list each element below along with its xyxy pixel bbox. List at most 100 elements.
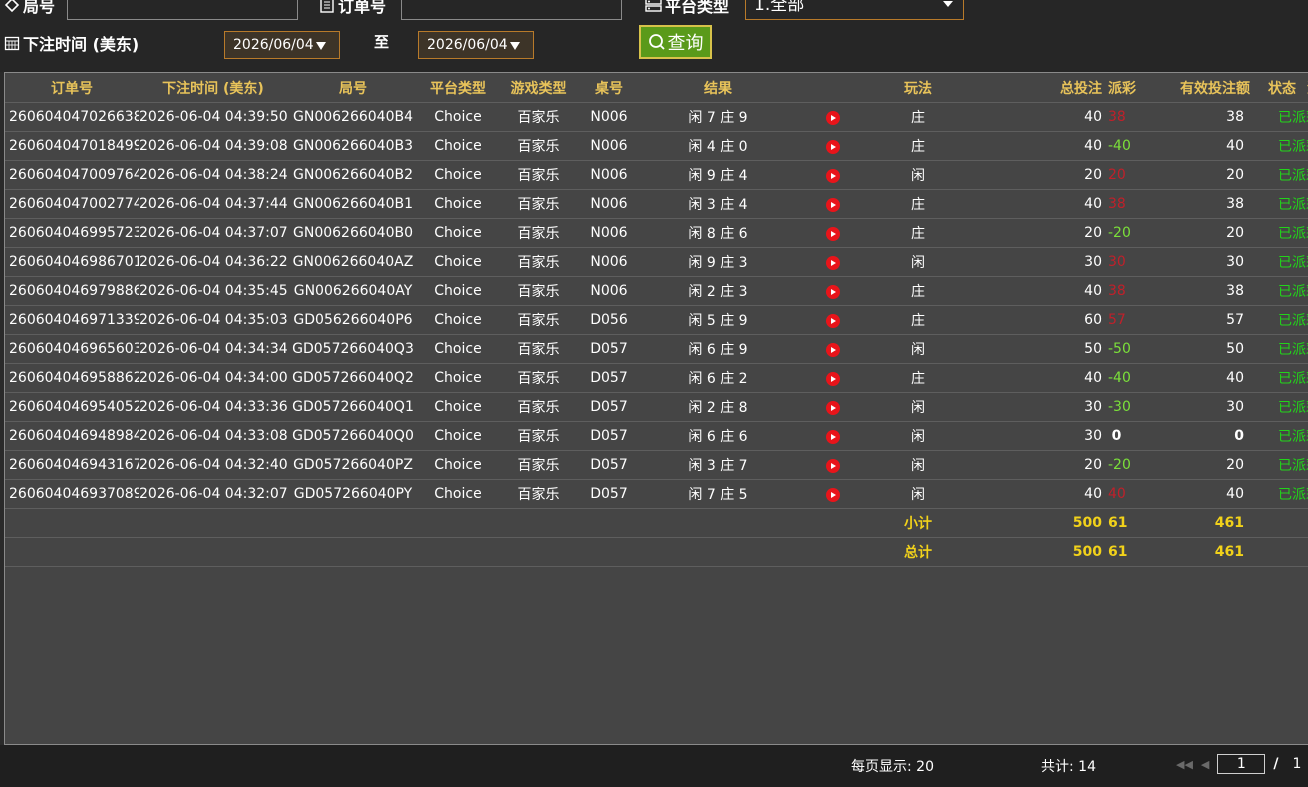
play-type: 闲 — [868, 392, 968, 422]
status-badge: 已派彩 — [1268, 276, 1308, 306]
game-type: 百家乐 — [497, 276, 580, 306]
platform-select-value: 1.全部 — [754, 0, 805, 15]
play-icon[interactable] — [826, 401, 840, 415]
table-row[interactable]: 260604046948984 2026-06-04 04:33:08 GD0572… — [5, 421, 1308, 451]
order-label: 订单号 — [338, 0, 387, 16]
order-id[interactable]: 260604047009764 — [5, 160, 139, 190]
table-row[interactable]: 260604046965603 2026-06-04 04:34:34 GD0572… — [5, 334, 1308, 364]
platform-type: Choice — [419, 305, 497, 335]
order-id[interactable]: 260604046995723 — [5, 218, 139, 248]
valid-bet: 40 — [1125, 479, 1268, 509]
table-row[interactable]: 260604047009764 2026-06-04 04:38:24 GN0062… — [5, 160, 1308, 190]
table-row[interactable]: 260604046986701 2026-06-04 04:36:22 GN0062… — [5, 247, 1308, 277]
query-button[interactable]: 查询 — [639, 25, 712, 59]
order-id[interactable]: 260604046965603 — [5, 334, 139, 364]
play-icon[interactable] — [826, 256, 840, 270]
play-icon[interactable] — [826, 430, 840, 444]
date-from-value: 2026/06/04 — [233, 37, 314, 53]
table-row[interactable]: 260604046954052 2026-06-04 04:33:36 GD0572… — [5, 392, 1308, 422]
play-type: 庄 — [868, 276, 968, 306]
first-page-icon[interactable]: ◀◀ — [1176, 758, 1193, 771]
play-icon[interactable] — [826, 314, 840, 328]
total-bet: 30 — [968, 421, 1108, 451]
bet-time: 2026-06-04 04:33:08 — [139, 421, 287, 451]
table-row[interactable]: 260604046943167 2026-06-04 04:32:40 GD0572… — [5, 450, 1308, 480]
round-id: GN006266040B2 — [287, 160, 419, 190]
status-badge: 已派彩 — [1268, 392, 1308, 422]
status-badge: 已派彩 — [1268, 247, 1308, 277]
round-id: GD056266040P6 — [287, 305, 419, 335]
status-badge: 已派彩 — [1268, 479, 1308, 509]
play-icon[interactable] — [826, 343, 840, 357]
bet-time: 2026-06-04 04:35:45 — [139, 276, 287, 306]
col-play: 玩法 — [904, 80, 932, 97]
order-id[interactable]: 260604046986701 — [5, 247, 139, 277]
date-from-picker[interactable]: 2026/06/04 — [224, 31, 340, 59]
subtotal-tail — [1268, 508, 1308, 538]
table-row[interactable]: 260604047026638 2026-06-04 04:39:50 GN0062… — [5, 102, 1308, 132]
order-id[interactable]: 260604047018499 — [5, 131, 139, 161]
valid-bet: 20 — [1125, 218, 1268, 248]
play-icon[interactable] — [826, 459, 840, 473]
play-type: 闲 — [868, 247, 968, 277]
play-icon[interactable] — [826, 488, 840, 502]
table-row[interactable]: 260604046979886 2026-06-04 04:35:45 GN0062… — [5, 276, 1308, 306]
order-id[interactable]: 260604046937089 — [5, 479, 139, 509]
table-id: N006 — [580, 189, 638, 219]
order-id[interactable]: 260604046958862 — [5, 363, 139, 393]
table-row[interactable]: 260604046971339 2026-06-04 04:35:03 GD0562… — [5, 305, 1308, 335]
play-icon[interactable] — [826, 198, 840, 212]
date-to-picker[interactable]: 2026/06/04 — [418, 31, 534, 59]
subtotal-label: 小计 — [868, 508, 968, 538]
total-bet: 20 — [968, 160, 1108, 190]
bet-time: 2026-06-04 04:33:36 — [139, 392, 287, 422]
play-icon[interactable] — [826, 372, 840, 386]
play-icon[interactable] — [826, 227, 840, 241]
col-payout: 派彩 — [1108, 80, 1136, 97]
bet-time: 2026-06-04 04:34:00 — [139, 363, 287, 393]
valid-bet: 20 — [1125, 160, 1268, 190]
prev-page-icon[interactable]: ◀ — [1201, 758, 1209, 771]
game-result: 闲 9 庄 4 — [638, 160, 798, 190]
order-id[interactable]: 260604046979886 — [5, 276, 139, 306]
valid-bet: 57 — [1125, 305, 1268, 335]
game-result: 闲 6 庄 2 — [638, 363, 798, 393]
order-id[interactable]: 260604046943167 — [5, 450, 139, 480]
page-number-input[interactable]: 1 — [1217, 754, 1266, 774]
bet-time: 2026-06-04 04:39:08 — [139, 131, 287, 161]
order-id[interactable]: 260604047002774 — [5, 189, 139, 219]
valid-bet: 20 — [1125, 450, 1268, 480]
replay-cell — [798, 131, 868, 161]
platform-type: Choice — [419, 131, 497, 161]
play-type: 闲 — [868, 334, 968, 364]
play-icon[interactable] — [826, 169, 840, 183]
order-id[interactable]: 260604047026638 — [5, 102, 139, 132]
order-id[interactable]: 260604046948984 — [5, 421, 139, 451]
play-icon[interactable] — [826, 111, 840, 125]
play-icon[interactable] — [826, 285, 840, 299]
order-id[interactable]: 260604046971339 — [5, 305, 139, 335]
replay-cell — [798, 392, 868, 422]
game-type: 百家乐 — [497, 218, 580, 248]
total-bet: 60 — [968, 305, 1108, 335]
order-input[interactable] — [401, 0, 622, 20]
round-filter-label: 局号 — [4, 0, 55, 17]
status-badge: 已派彩 — [1268, 421, 1308, 451]
play-type: 庄 — [868, 102, 968, 132]
total-bet: 40 — [968, 189, 1108, 219]
table-row[interactable]: 260604046937089 2026-06-04 04:32:07 GD0572… — [5, 479, 1308, 509]
play-icon[interactable] — [826, 140, 840, 154]
game-result: 闲 2 庄 3 — [638, 276, 798, 306]
platform-select[interactable]: 1.全部 — [745, 0, 964, 20]
table-row[interactable]: 260604047002774 2026-06-04 04:37:44 GN0062… — [5, 189, 1308, 219]
table-id: N006 — [580, 131, 638, 161]
order-id[interactable]: 260604046954052 — [5, 392, 139, 422]
col-total-bet: 总投注 — [1060, 80, 1102, 97]
table-row[interactable]: 260604046958862 2026-06-04 04:34:00 GD0572… — [5, 363, 1308, 393]
game-type: 百家乐 — [497, 450, 580, 480]
platform-type: Choice — [419, 102, 497, 132]
table-row[interactable]: 260604047018499 2026-06-04 04:39:08 GN0062… — [5, 131, 1308, 161]
table-row[interactable]: 260604046995723 2026-06-04 04:37:07 GN0062… — [5, 218, 1308, 248]
valid-bet: 30 — [1125, 247, 1268, 277]
round-input[interactable] — [67, 0, 298, 20]
